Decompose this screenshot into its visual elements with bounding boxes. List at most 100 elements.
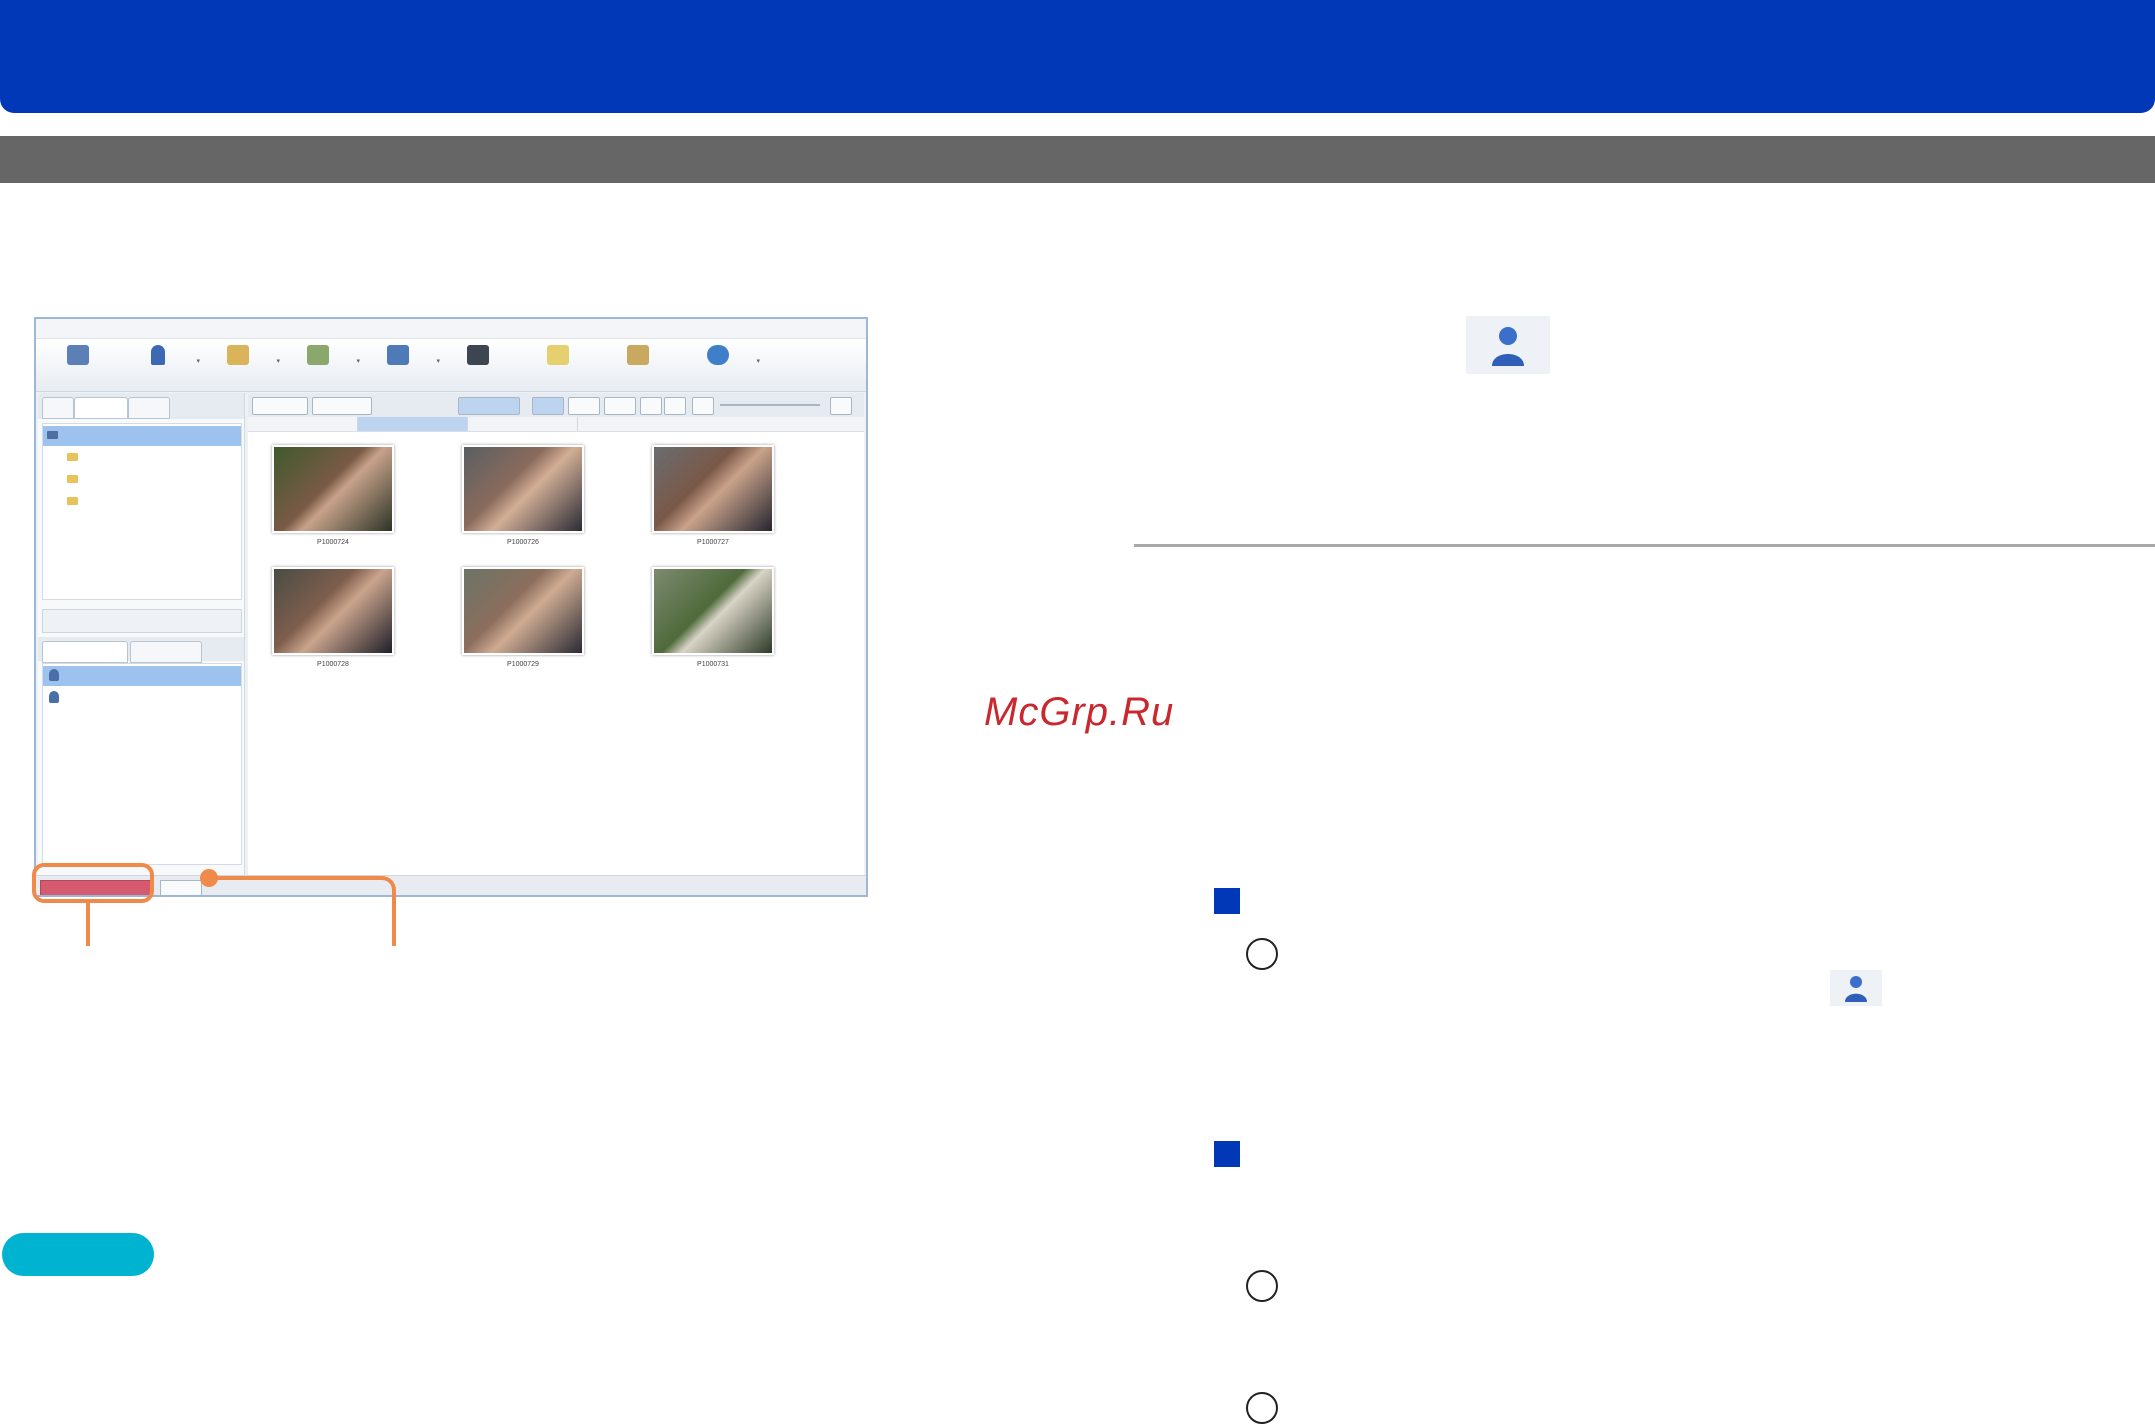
photo-thumbnail[interactable]: P1000724 <box>272 445 394 546</box>
copy-to-media-button[interactable] <box>606 345 670 365</box>
photo <box>462 445 584 533</box>
tree-item[interactable] <box>43 470 241 490</box>
section-divider <box>1134 544 2155 547</box>
media-icon <box>627 345 649 365</box>
menu-item[interactable] <box>174 324 183 333</box>
folder-icon <box>67 497 78 506</box>
application-screenshot: ▾ ▾ ▾ ▾ ▾ P1000724 P1000726 P1000727 P10… <box>34 317 868 897</box>
sort-date[interactable] <box>358 417 468 431</box>
photo-thumbnail[interactable]: P1000726 <box>462 445 584 546</box>
person-icon <box>49 691 59 704</box>
photo-thumbnail[interactable]: P1000731 <box>652 567 774 668</box>
photo <box>462 567 584 655</box>
chevron-down-icon: ▾ <box>356 358 360 365</box>
menu-item[interactable] <box>81 324 90 333</box>
view-mode-button[interactable] <box>458 397 520 415</box>
left-tabs <box>38 393 244 419</box>
cancel-button[interactable] <box>160 880 202 895</box>
watermark: McGrp.Ru <box>984 690 1175 734</box>
menu-item[interactable] <box>112 324 121 333</box>
person-icon <box>49 669 59 682</box>
tree-item[interactable] <box>43 492 241 512</box>
tab-calendar[interactable] <box>42 397 74 419</box>
thumbnail-toolbar <box>248 393 864 418</box>
photo <box>652 445 774 533</box>
slideshow-icon <box>227 345 249 365</box>
photo <box>272 445 394 533</box>
tab-folder[interactable] <box>74 397 128 419</box>
face-recognition-icon <box>1466 316 1550 374</box>
face-tabs <box>38 637 244 663</box>
select-all-button[interactable] <box>252 397 308 415</box>
slide-show-button[interactable]: ▾ <box>206 345 280 365</box>
callout-leader-2 <box>210 876 396 946</box>
filtered-pictures-bar[interactable] <box>42 609 242 633</box>
view-button[interactable] <box>532 397 564 415</box>
step-circle <box>1246 1270 1278 1302</box>
thumbnail-caption: P1000731 <box>697 661 729 668</box>
rotate-right-button[interactable] <box>664 397 686 415</box>
chevron-down-icon: ▾ <box>196 358 200 365</box>
photo <box>272 567 394 655</box>
tree-item[interactable] <box>43 448 241 468</box>
tree-item[interactable] <box>43 426 241 446</box>
thumbnail-caption: P1000726 <box>507 539 539 546</box>
tab-category[interactable] <box>130 641 202 663</box>
square-bullet <box>1214 888 1240 914</box>
globe-icon <box>707 345 729 365</box>
step-circle <box>1246 1392 1278 1424</box>
chevron-down-icon: ▾ <box>756 358 760 365</box>
callout-dot <box>200 869 218 887</box>
menu-item[interactable] <box>204 324 213 333</box>
person-icon <box>151 345 165 365</box>
folder-tree <box>42 423 242 600</box>
sort-name[interactable] <box>248 417 358 431</box>
tab-face-recognition[interactable] <box>42 641 128 663</box>
menu-item[interactable] <box>235 324 244 333</box>
menu-item[interactable] <box>50 324 59 333</box>
photo-thumbnail[interactable]: P1000729 <box>462 567 584 668</box>
menu-bar <box>36 319 866 339</box>
edit-icon <box>307 345 329 365</box>
photo-thumbnail[interactable]: P1000727 <box>652 445 774 546</box>
list-item[interactable] <box>43 666 241 686</box>
step-circle <box>1246 938 1278 970</box>
left-pane <box>38 393 245 875</box>
print-button[interactable] <box>446 345 510 365</box>
copy-to-pc-button[interactable] <box>46 345 110 368</box>
note-label <box>2 1233 154 1276</box>
zoom-slider[interactable] <box>720 404 820 406</box>
network-button[interactable]: ▾ <box>686 345 760 365</box>
chevron-down-icon: ▾ <box>276 358 280 365</box>
menu-item[interactable] <box>143 324 152 333</box>
status-bar <box>36 875 866 895</box>
deselect-all-button[interactable] <box>312 397 372 415</box>
people-list <box>42 663 242 865</box>
sort-bar <box>248 417 864 432</box>
edit-button[interactable]: ▾ <box>286 345 360 365</box>
toolbar: ▾ ▾ ▾ ▾ ▾ <box>36 339 866 392</box>
tab-map[interactable] <box>128 397 170 419</box>
printer-icon <box>467 345 489 365</box>
photo <box>652 567 774 655</box>
zoom-in-button[interactable] <box>830 397 852 415</box>
top-banner <box>0 0 2155 113</box>
list-item[interactable] <box>43 688 241 708</box>
callout-leader-1 <box>86 903 90 946</box>
thumbnail-caption: P1000727 <box>697 539 729 546</box>
sort-file-size[interactable] <box>468 417 578 431</box>
view-button[interactable] <box>568 397 600 415</box>
callout-highlight <box>32 863 154 903</box>
view-button[interactable] <box>604 397 636 415</box>
rotate-left-button[interactable] <box>640 397 662 415</box>
thumbnail-caption: P1000729 <box>507 661 539 668</box>
copy-icon <box>67 345 89 365</box>
section-title-bar <box>0 136 2155 183</box>
face-recognition-icon <box>1830 970 1882 1006</box>
edit-movie-button[interactable]: ▾ <box>366 345 440 365</box>
folder-icon <box>67 475 78 484</box>
zoom-out-button[interactable] <box>692 397 714 415</box>
face-recognition-button[interactable]: ▾ <box>126 345 200 365</box>
send-email-button[interactable] <box>526 345 590 365</box>
photo-thumbnail[interactable]: P1000728 <box>272 567 394 668</box>
